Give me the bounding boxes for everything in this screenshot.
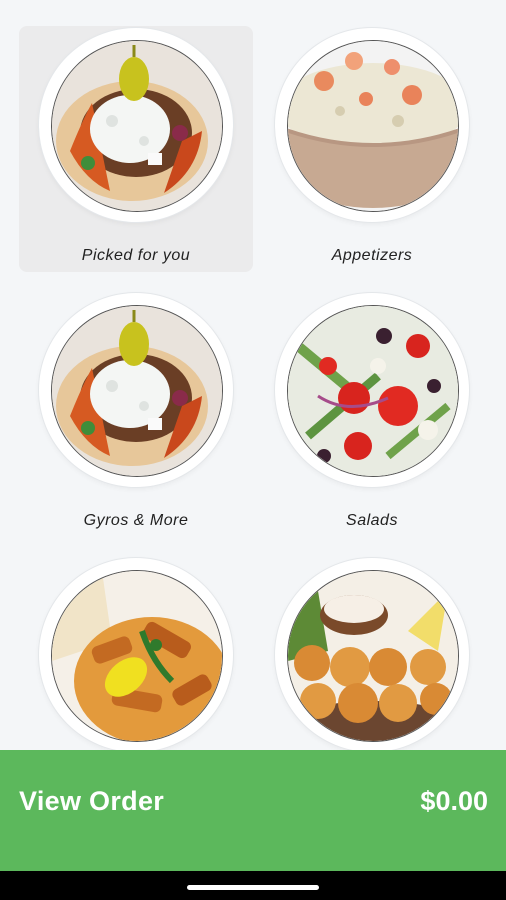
category-plate bbox=[275, 293, 469, 487]
category-grid: Picked for you Appetizers Gyros & More S… bbox=[19, 26, 489, 821]
category-label: Appetizers bbox=[331, 247, 413, 264]
category-plate bbox=[39, 28, 233, 222]
category-plate bbox=[39, 558, 233, 752]
category-label: Salads bbox=[346, 512, 398, 529]
home-indicator[interactable] bbox=[187, 885, 319, 890]
category-label: Picked for you bbox=[81, 247, 191, 264]
grilled-chicken-pita-image bbox=[51, 570, 223, 742]
category-tile-salads[interactable]: Salads bbox=[255, 291, 489, 556]
category-tile-appetizers[interactable]: Appetizers bbox=[255, 26, 489, 291]
potato-salad-bowl-image bbox=[287, 40, 459, 212]
view-order-label: View Order bbox=[19, 786, 165, 816]
category-tile-picked-for-you[interactable]: Picked for you bbox=[19, 26, 253, 272]
fried-bites-image bbox=[287, 570, 459, 742]
menu-category-area: Picked for you Appetizers Gyros & More S… bbox=[0, 0, 506, 752]
category-label: Gyros & More bbox=[83, 512, 189, 529]
category-plate bbox=[39, 293, 233, 487]
category-tile-gyros-and-more[interactable]: Gyros & More bbox=[19, 291, 253, 556]
category-plate bbox=[275, 558, 469, 752]
system-navigation-bar bbox=[0, 871, 506, 900]
gyro-pita-image bbox=[51, 40, 223, 212]
greek-salad-image bbox=[287, 305, 459, 477]
category-plate bbox=[275, 28, 469, 222]
order-total: $0.00 bbox=[420, 786, 488, 816]
view-order-button[interactable]: View Order $0.00 bbox=[0, 750, 506, 871]
gyro-pita-image bbox=[51, 305, 223, 477]
